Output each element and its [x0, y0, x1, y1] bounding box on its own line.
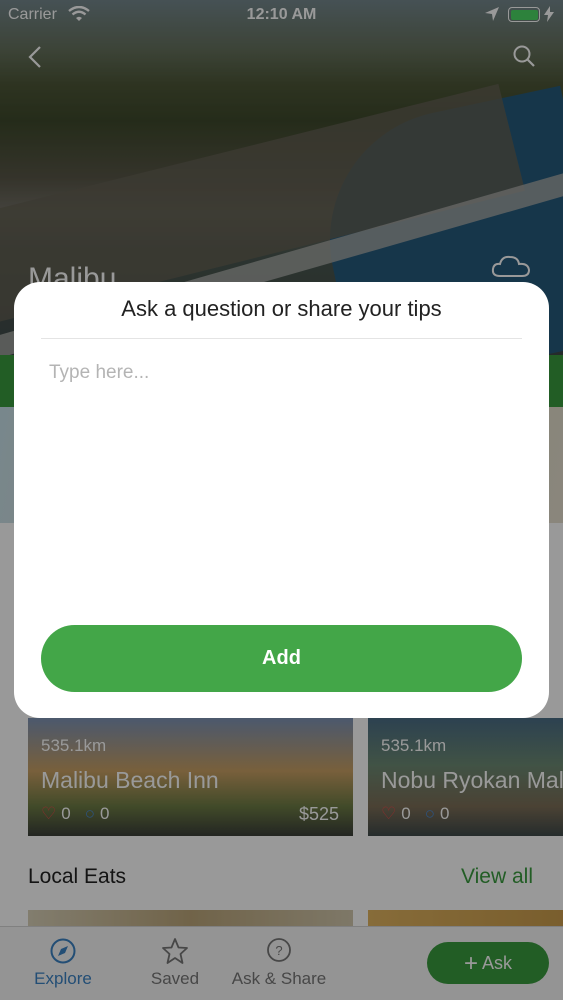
ask-question-dialog: Ask a question or share your tips Add: [14, 282, 549, 718]
dialog-title: Ask a question or share your tips: [121, 296, 442, 321]
add-button[interactable]: Add: [41, 625, 522, 692]
question-input[interactable]: [41, 354, 522, 604]
divider: [41, 338, 522, 339]
